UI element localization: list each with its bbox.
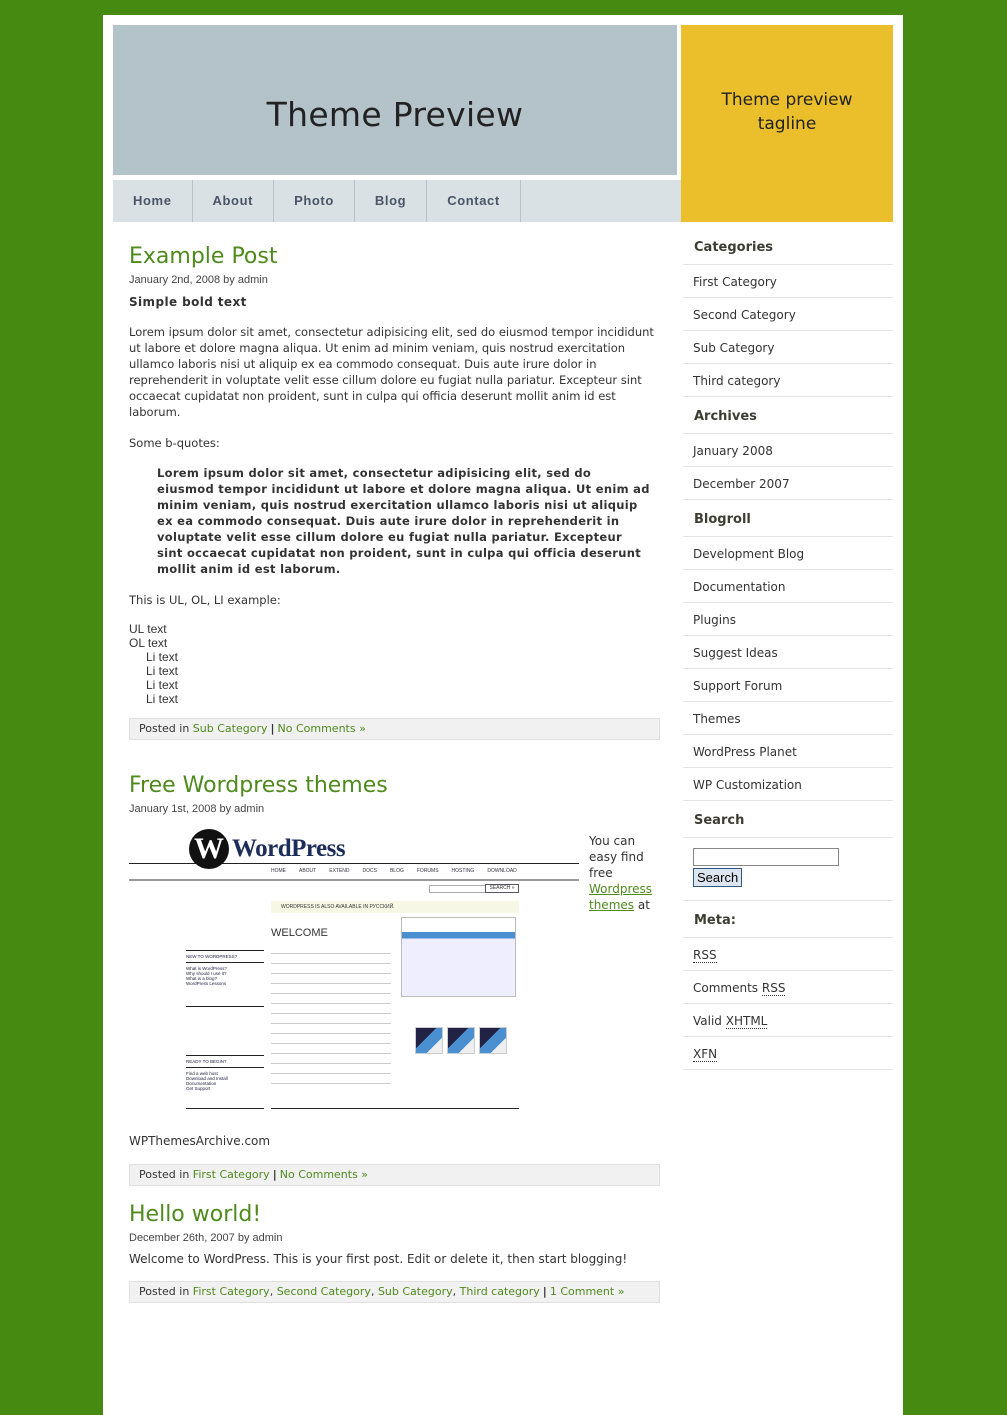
sidebar-category-link[interactable]: First Category bbox=[683, 265, 893, 298]
image-welcome: WELCOME bbox=[271, 927, 328, 939]
posted-in-label: Posted in bbox=[139, 1285, 190, 1298]
sidebar-category-link[interactable]: Third category bbox=[683, 364, 893, 397]
blogroll-link[interactable]: Documentation bbox=[683, 570, 893, 603]
post-title[interactable]: Hello world! bbox=[129, 1202, 660, 1228]
main-nav: Home About Photo Blog Contact bbox=[113, 180, 681, 222]
wordpress-screenshot-image: W WordPress HOME ABOUT EXTEND DOCS BLOG FORUM… bbox=[129, 825, 579, 1110]
search-button[interactable]: Search bbox=[693, 868, 743, 887]
post-title[interactable]: Free Wordpress themes bbox=[129, 773, 660, 799]
comments-rss-link[interactable]: Comments RSS bbox=[683, 971, 893, 1004]
search-input[interactable] bbox=[693, 848, 839, 866]
image-admin-shot bbox=[401, 917, 516, 997]
blogroll-link[interactable]: Suggest Ideas bbox=[683, 636, 893, 669]
sidebar-category-link[interactable]: Second Category bbox=[683, 298, 893, 331]
li-text: Li text bbox=[146, 650, 179, 664]
search-form: Search bbox=[683, 838, 893, 901]
archives-heading: Archives bbox=[683, 397, 893, 434]
comments-link[interactable]: No Comments » bbox=[280, 1168, 368, 1181]
blogroll-link[interactable]: Themes bbox=[683, 702, 893, 735]
list-intro: This is UL, OL, LI example: bbox=[129, 593, 281, 607]
post-free-themes: Free Wordpress themes January 1st, 2008 … bbox=[129, 773, 660, 1186]
blogroll-link[interactable]: Support Forum bbox=[683, 669, 893, 702]
sidebar: Categories First Category Second Categor… bbox=[683, 228, 893, 1070]
category-link[interactable]: Second Category bbox=[277, 1285, 371, 1298]
list-example: UL text OL text Li text Li text Li text … bbox=[129, 622, 660, 706]
post-meta: January 2nd, 2008 by admin bbox=[129, 274, 268, 286]
site-tagline: Theme preview tagline bbox=[721, 90, 853, 134]
image-search-button: SEARCH » bbox=[485, 884, 519, 893]
sidebar-category-link[interactable]: Sub Category bbox=[683, 331, 893, 364]
site-title[interactable]: Theme Preview bbox=[113, 95, 677, 134]
categories-heading: Categories bbox=[683, 228, 893, 265]
nav-home[interactable]: Home bbox=[113, 180, 193, 222]
rss-link[interactable]: RSS bbox=[683, 938, 893, 971]
posted-in-label: Posted in bbox=[139, 722, 190, 735]
post-example: Example Post January 2nd, 2008 by admin … bbox=[129, 244, 660, 740]
li-text: Li text bbox=[146, 678, 179, 692]
post-footer: Posted in First Category, Second Categor… bbox=[129, 1281, 660, 1303]
post-footer: Posted in Sub Category | No Comments » bbox=[129, 718, 660, 740]
wordpress-logo-icon: W bbox=[189, 829, 229, 869]
post-hello-world: Hello world! December 26th, 2007 by admi… bbox=[129, 1202, 660, 1303]
header-banner: Theme Preview bbox=[113, 25, 677, 175]
search-heading: Search bbox=[683, 801, 893, 838]
image-nav: HOME ABOUT EXTEND DOCS BLOG FORUMS HOSTING DOWN… bbox=[271, 868, 517, 874]
image-search-box bbox=[429, 885, 486, 893]
meta-heading: Meta: bbox=[683, 901, 893, 938]
post-paragraph: Welcome to WordPress. This is your first… bbox=[129, 1252, 628, 1266]
blogroll-link[interactable]: WP Customization bbox=[683, 768, 893, 801]
category-link[interactable]: Sub Category bbox=[378, 1285, 453, 1298]
blogroll-link[interactable]: Plugins bbox=[683, 603, 893, 636]
ul-text: UL text bbox=[129, 622, 167, 636]
image-new-box: NEW TO WORDPRESS? What is WordPress? Why … bbox=[186, 950, 264, 1007]
li-text: Li text bbox=[146, 664, 179, 678]
nav-blog[interactable]: Blog bbox=[355, 180, 428, 222]
nav-photo[interactable]: Photo bbox=[274, 180, 355, 222]
category-link[interactable]: First Category bbox=[193, 1285, 270, 1298]
image-thumbs bbox=[415, 1027, 507, 1054]
nav-about[interactable]: About bbox=[193, 180, 275, 222]
valid-xhtml-link[interactable]: Valid XHTML bbox=[683, 1004, 893, 1037]
bold-text: Simple bold text bbox=[129, 295, 247, 309]
image-notice: WORDPRESS IS ALSO AVAILABLE IN РУССКИЙ. bbox=[271, 901, 519, 913]
blockquote: Lorem ipsum dolor sit amet, consectetur … bbox=[157, 466, 650, 576]
image-ready-box: READY TO BEGIN? Find a web host Download … bbox=[186, 1055, 264, 1109]
blogroll-link[interactable]: WordPress Planet bbox=[683, 735, 893, 768]
blogroll-link[interactable]: Development Blog bbox=[683, 537, 893, 570]
posted-in-label: Posted in bbox=[139, 1168, 190, 1181]
image-text-block bbox=[271, 949, 391, 1089]
post-paragraph: Lorem ipsum dolor sit amet, consectetur … bbox=[129, 325, 654, 419]
bquote-intro: Some b-quotes: bbox=[129, 436, 220, 450]
image-caption: WPThemesArchive.com bbox=[129, 1134, 271, 1148]
wordpress-wordmark: WordPress bbox=[232, 835, 346, 862]
post-meta: January 1st, 2008 by admin bbox=[129, 803, 265, 815]
archive-link[interactable]: January 2008 bbox=[683, 434, 893, 467]
comments-link[interactable]: 1 Comment » bbox=[550, 1285, 625, 1298]
page: Theme Preview Theme preview tagline Home… bbox=[103, 15, 903, 1415]
tagline-box: Theme preview tagline bbox=[681, 25, 893, 222]
post-side-text: You can easy find free Wordpress themes … bbox=[589, 834, 653, 912]
li-text: Li text bbox=[146, 692, 179, 706]
post-footer: Posted in First Category | No Comments » bbox=[129, 1164, 660, 1186]
comments-link[interactable]: No Comments » bbox=[278, 722, 366, 735]
ol-text: OL text bbox=[129, 636, 168, 650]
post-title[interactable]: Example Post bbox=[129, 244, 660, 270]
archive-link[interactable]: December 2007 bbox=[683, 467, 893, 500]
category-link[interactable]: First Category bbox=[193, 1168, 270, 1181]
category-link[interactable]: Third category bbox=[460, 1285, 540, 1298]
xfn-link[interactable]: XFN bbox=[683, 1037, 893, 1070]
blogroll-heading: Blogroll bbox=[683, 500, 893, 537]
post-meta: December 26th, 2007 by admin bbox=[129, 1232, 283, 1244]
nav-contact[interactable]: Contact bbox=[427, 180, 521, 222]
category-link[interactable]: Sub Category bbox=[193, 722, 268, 735]
